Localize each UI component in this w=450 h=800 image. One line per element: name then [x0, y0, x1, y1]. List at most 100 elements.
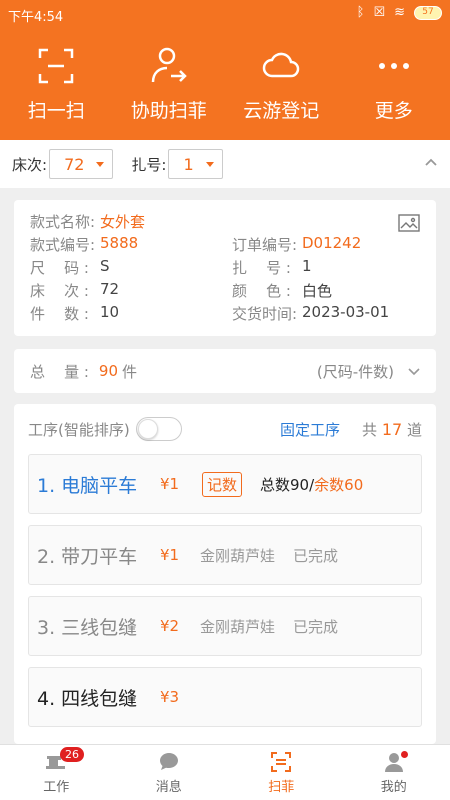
field-key: 床 次 : — [30, 282, 89, 300]
tab-messages[interactable]: 消息 — [113, 745, 226, 800]
status-icons: ᛒ ☒ ≋ 57 — [357, 5, 442, 20]
process-item[interactable]: 4. 四线包缝 ¥3 — [28, 667, 422, 727]
chat-bubble-icon — [159, 753, 178, 770]
more-dots-icon — [378, 63, 409, 69]
process-item[interactable]: 3. 三线包缝 ¥2 金刚葫芦娃 已完成 — [28, 596, 422, 656]
process-total: 总数90/ — [260, 475, 315, 494]
bed-field: 床 次 : 72 — [30, 280, 218, 301]
total-card[interactable]: 总 量 : 90 件 (尺码-件数) — [14, 349, 436, 393]
total-value: 90 — [98, 362, 118, 380]
process-count: 共 17 道 — [362, 419, 422, 440]
nav-assist-scan-label: 协助扫菲 — [130, 100, 207, 122]
bundle-label: 扎号: — [131, 155, 167, 174]
nav-assist-scan[interactable]: 协助扫菲 — [114, 28, 224, 140]
pieces-field: 件 数 : 10 — [30, 303, 218, 324]
tab-messages-label: 消息 — [155, 780, 182, 795]
top-nav: 扫一扫 协助扫菲 云游登记 更多 — [0, 28, 450, 140]
chevron-down-icon[interactable] — [408, 365, 420, 377]
field-key: 订单编号: — [232, 236, 298, 254]
style-name-field: 款式名称: 女外套 — [30, 211, 226, 232]
process-name: 1. 电脑平车 — [37, 474, 138, 497]
scan-frame-icon — [271, 752, 292, 772]
process-worker: 金刚葫芦娃 — [200, 546, 276, 565]
fixed-process-link[interactable]: 固定工序 — [280, 419, 340, 440]
wifi-icon: ≋ — [394, 5, 405, 20]
info-row: 款式名称: 女外套 — [30, 210, 420, 233]
status-time: 下午4:54 — [8, 10, 64, 25]
cloud-icon — [263, 52, 300, 78]
count-suffix: 道 — [406, 420, 422, 439]
user-forward-icon — [151, 47, 187, 83]
total-label: 总 量 : — [30, 362, 89, 381]
field-key: 尺 码 : — [30, 259, 89, 277]
tab-work[interactable]: 26 工作 — [0, 745, 113, 800]
field-value: S — [100, 257, 110, 275]
process-header: 工序(智能排序) 固定工序 共 17 道 — [28, 404, 422, 454]
notification-dot — [401, 751, 408, 758]
dropdown-arrow-icon — [96, 161, 105, 167]
tab-scan-label: 扫菲 — [268, 780, 295, 795]
field-value: 白色 — [302, 282, 333, 300]
field-key: 交货时间: — [232, 305, 298, 323]
field-value: D01242 — [302, 234, 362, 252]
info-row: 件 数 : 10 交货时间: 2023-03-01 — [30, 302, 420, 325]
nav-scan[interactable]: 扫一扫 — [1, 28, 111, 140]
nav-cloud-register-label: 云游登记 — [243, 100, 320, 122]
delivery-date-field: 交货时间: 2023-03-01 — [232, 303, 420, 324]
field-value: 10 — [100, 303, 120, 321]
nav-more[interactable]: 更多 — [339, 28, 449, 140]
filter-bar: 床次: 72 扎号: 1 — [0, 140, 450, 188]
process-remaining: 余数60 — [314, 475, 364, 494]
field-key: 颜 色 : — [232, 282, 291, 300]
style-code-field: 款式编号: 5888 — [30, 234, 218, 255]
field-value: 1 — [302, 257, 312, 275]
chevron-up-icon[interactable] — [424, 155, 438, 169]
work-badge: 26 — [60, 747, 84, 762]
bed-label: 床次: — [12, 155, 48, 174]
process-status: 已完成 — [293, 617, 339, 636]
total-mode: (尺码-件数) — [316, 362, 394, 381]
color-field: 颜 色 : 白色 — [232, 280, 420, 301]
process-status: 已完成 — [293, 546, 339, 565]
tab-work-label: 工作 — [43, 780, 70, 795]
tab-me[interactable]: 我的 — [338, 745, 450, 800]
bundle-select[interactable]: 1 — [168, 149, 223, 179]
field-value: 72 — [100, 280, 120, 298]
size-field: 尺 码 : S — [30, 257, 218, 278]
style-info-card: 款式名称: 女外套 款式编号: 5888 订单编号: D01242 尺 码 : S 扎 … — [14, 200, 436, 336]
process-name: 3. 三线包缝 — [37, 616, 138, 639]
nav-more-label: 更多 — [374, 100, 413, 122]
toggle-knob — [137, 419, 158, 439]
bluetooth-icon: ᛒ — [356, 5, 365, 20]
field-key: 款式编号: — [30, 236, 96, 254]
count-mode-tag: 记数 — [202, 471, 243, 497]
field-key: 件 数 : — [30, 305, 89, 323]
process-name: 4. 四线包缝 — [37, 687, 138, 710]
order-code-field: 订单编号: D01242 — [232, 234, 420, 255]
process-card: 工序(智能排序) 固定工序 共 17 道 1. 电脑平车 ¥1 记数 总数90/… — [14, 404, 436, 744]
smart-sort-toggle[interactable] — [135, 417, 182, 441]
bed-select-value: 72 — [64, 154, 85, 174]
tab-scan[interactable]: 扫菲 — [225, 745, 338, 800]
info-row: 款式编号: 5888 订单编号: D01242 — [30, 233, 420, 256]
battery-icon: 57 — [414, 5, 442, 20]
process-item[interactable]: 2. 带刀平车 ¥1 金刚葫芦娃 已完成 — [28, 525, 422, 585]
tab-me-label: 我的 — [380, 780, 407, 795]
dropdown-arrow-icon — [205, 161, 214, 167]
process-price: ¥1 — [160, 475, 180, 493]
bed-select[interactable]: 72 — [49, 149, 114, 179]
count-prefix: 共 — [362, 420, 378, 439]
process-price: ¥1 — [160, 546, 180, 564]
status-bar: 下午4:54 ᛒ ☒ ≋ 57 — [0, 0, 450, 28]
scan-frame-icon — [39, 48, 74, 84]
count-number: 17 — [381, 419, 403, 439]
process-name: 2. 带刀平车 — [37, 545, 138, 568]
process-price: ¥3 — [160, 688, 180, 706]
field-key: 扎 号 : — [232, 259, 291, 277]
field-value: 女外套 — [100, 213, 146, 231]
image-icon[interactable] — [398, 214, 420, 232]
process-item[interactable]: 1. 电脑平车 ¥1 记数 总数90/ 余数60 — [28, 454, 422, 514]
sim-icon: ☒ — [373, 5, 386, 20]
nav-cloud-register[interactable]: 云游登记 — [226, 28, 336, 140]
process-price: ¥2 — [160, 617, 180, 635]
